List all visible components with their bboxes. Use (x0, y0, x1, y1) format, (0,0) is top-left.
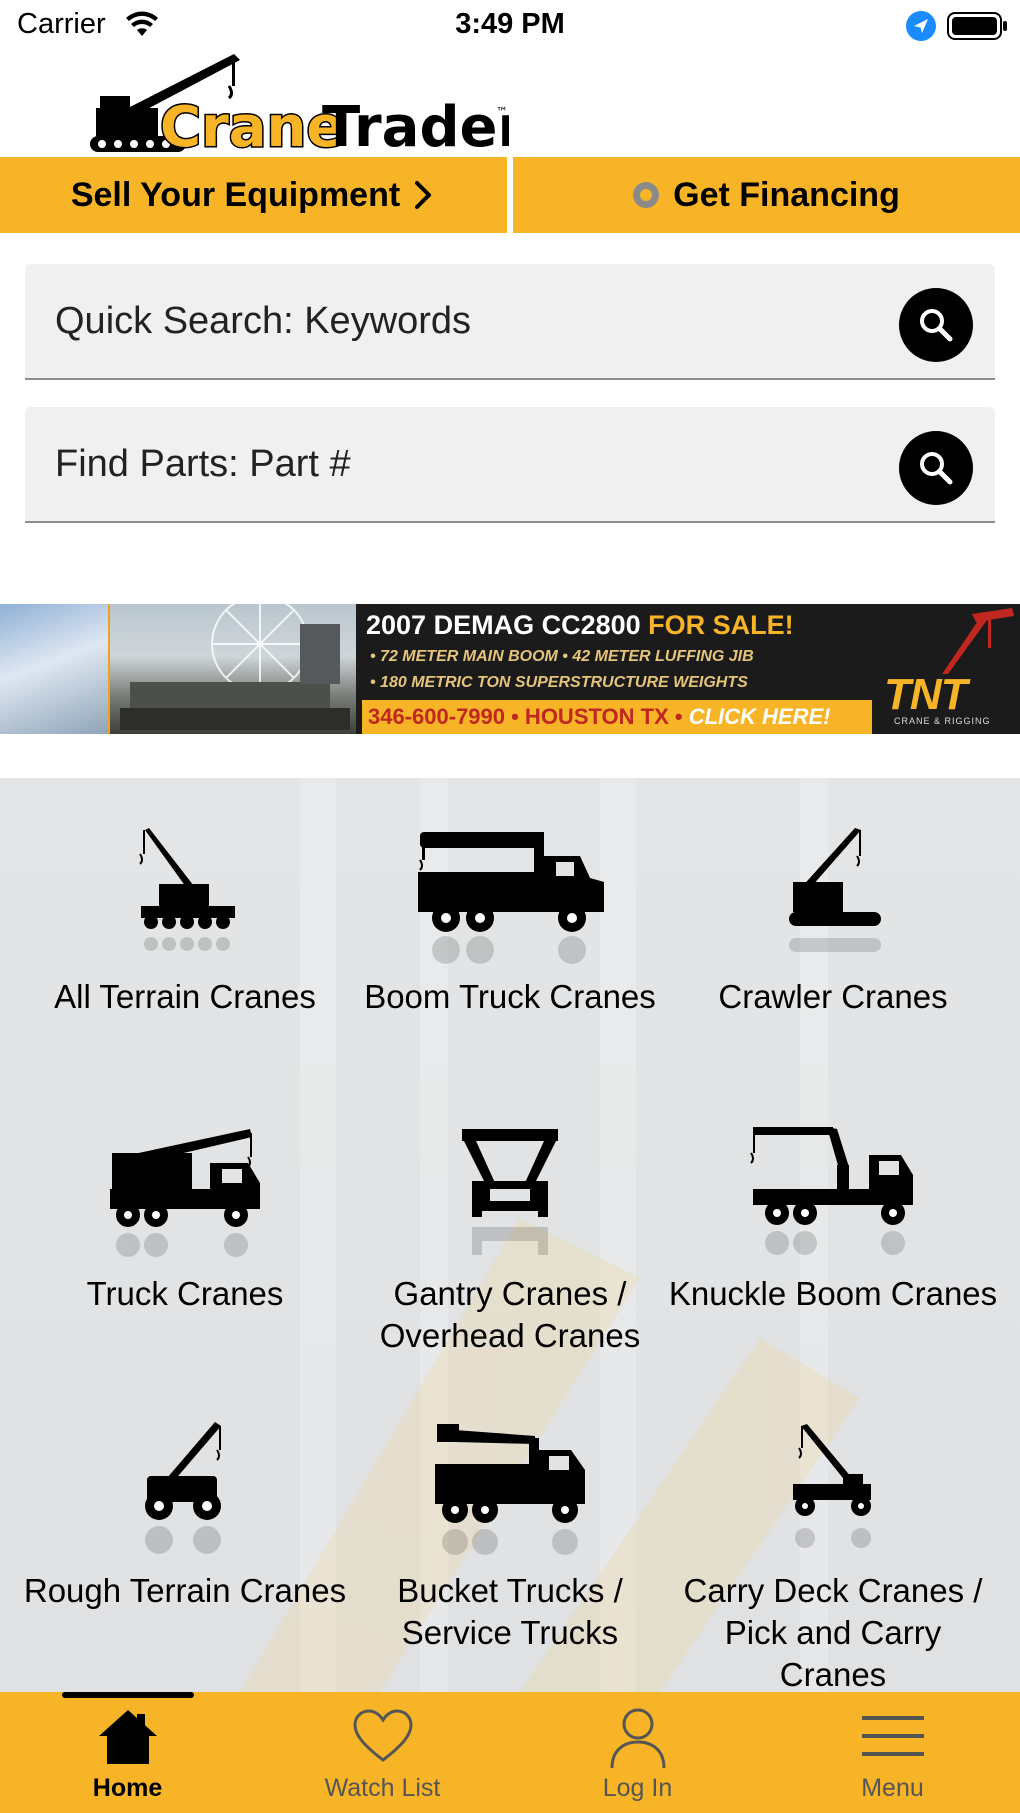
location-arrow-icon (906, 11, 936, 41)
banner-title-lead: 2007 DEMAG CC2800 (366, 610, 641, 640)
status-bar: Carrier 3:49 PM (0, 0, 1020, 52)
category-rough-terrain-cranes[interactable]: Rough Terrain Cranes (20, 1420, 350, 1612)
search-icon (920, 309, 953, 342)
coin-icon (633, 182, 660, 208)
category-gantry-cranes[interactable]: Gantry Cranes / Overhead Cranes (345, 1123, 675, 1357)
tab-log-in-label: Log In (602, 1774, 673, 1802)
financing-button-label: Get Financing (673, 175, 900, 214)
chevron-right-icon (415, 181, 432, 209)
truck-crane-icon (110, 1129, 260, 1257)
rough-terrain-crane-icon (145, 1422, 221, 1554)
category-all-terrain-cranes[interactable]: All Terrain Cranes (20, 826, 350, 1018)
category-label: Boom Truck Cranes (364, 978, 656, 1015)
category-boom-truck-cranes[interactable]: Boom Truck Cranes (345, 826, 675, 1018)
banner-phone: 346-600-7990 • HOUSTON TX • (368, 704, 689, 729)
banner-crane-photo (110, 604, 356, 734)
tnt-logo-text: TNT (884, 670, 968, 719)
banner-click-here: CLICK HERE! (688, 704, 831, 729)
tab-watch-list-label: Watch List (324, 1774, 441, 1802)
category-bucket-trucks[interactable]: Bucket Trucks / Service Trucks (345, 1420, 675, 1654)
banner-title-highlight: FOR SALE! (648, 610, 794, 640)
logo-text-trader: Trader (322, 95, 509, 156)
get-financing-button[interactable]: Get Financing (513, 157, 1020, 233)
quick-search-button[interactable] (899, 288, 973, 362)
crane-photo-art (120, 604, 350, 730)
quick-search-field (25, 264, 995, 380)
find-parts-input[interactable] (53, 431, 877, 497)
knuckle-boom-icon (750, 1127, 913, 1255)
sell-your-equipment-button[interactable]: Sell Your Equipment (0, 157, 507, 233)
banner-title: 2007 DEMAG CC2800 FOR SALE! (366, 610, 794, 641)
find-parts-search-button[interactable] (899, 431, 973, 505)
tnt-crane-mark (942, 608, 1014, 674)
search-icon (920, 452, 953, 485)
banner-bullet-1: • 72 METER MAIN BOOM • 42 METER LUFFING … (370, 648, 754, 665)
category-grid: All Terrain Cranes Boom Truck Cranes Cra… (0, 778, 1020, 1692)
carry-deck-crane-icon (793, 1424, 871, 1548)
category-label: Knuckle Boom Cranes (668, 1275, 998, 1312)
heart-icon (352, 1709, 413, 1762)
all-terrain-crane-icon (139, 828, 235, 951)
logo-trademark: ™ (496, 105, 508, 119)
find-parts-field (25, 407, 995, 523)
category-carry-deck-cranes[interactable]: Carry Deck Cranes / Pick and Carry Crane… (668, 1420, 998, 1692)
category-knuckle-boom-cranes[interactable]: Knuckle Boom Cranes (668, 1123, 998, 1315)
gantry-crane-icon (462, 1129, 558, 1255)
battery-icon (947, 12, 1007, 40)
crawler-crane-icon (789, 828, 881, 952)
tab-menu-label: Menu (861, 1774, 924, 1802)
bottom-tab-bar: Home Watch List Log In Menu (0, 1692, 1020, 1813)
sell-button-label: Sell Your Equipment (70, 175, 401, 214)
cranetrader-logo[interactable]: Crane Trader ™ (84, 52, 509, 156)
ad-banner[interactable]: 2007 DEMAG CC2800 FOR SALE! • 72 METER M… (0, 604, 1020, 734)
tab-home[interactable]: Home (0, 1692, 255, 1813)
bucket-truck-icon (435, 1424, 585, 1555)
tab-watch-list[interactable]: Watch List (255, 1692, 510, 1813)
category-crawler-cranes[interactable]: Crawler Cranes (668, 826, 998, 1018)
banner-sky-image (0, 604, 110, 734)
category-label: Bucket Trucks / Service Trucks (397, 1572, 623, 1651)
banner-bullet-2: • 180 METRIC TON SUPERSTRUCTURE WEIGHTS (370, 674, 748, 691)
category-label: Carry Deck Cranes / Pick and Carry Crane… (683, 1572, 983, 1692)
logo-text-crane: Crane (160, 95, 344, 156)
category-label: Gantry Cranes / Overhead Cranes (379, 1275, 641, 1354)
tab-log-in[interactable]: Log In (510, 1692, 765, 1813)
tab-home-label: Home (92, 1774, 163, 1802)
home-icon (98, 1710, 157, 1764)
tnt-logo-subtext: CRANE & RIGGING (894, 716, 991, 726)
quick-search-input[interactable] (53, 288, 877, 354)
category-truck-cranes[interactable]: Truck Cranes (20, 1123, 350, 1315)
banner-phone-strip: 346-600-7990 • HOUSTON TX • CLICK HERE! (362, 700, 872, 734)
category-label: Crawler Cranes (718, 978, 948, 1015)
category-label: Truck Cranes (86, 1275, 284, 1312)
tab-menu[interactable]: Menu (765, 1692, 1020, 1813)
category-label: Rough Terrain Cranes (23, 1572, 347, 1609)
hamburger-menu-icon (861, 1716, 924, 1756)
clock: 3:49 PM (455, 8, 565, 40)
boom-truck-icon (418, 832, 604, 964)
category-label: All Terrain Cranes (54, 978, 316, 1015)
tnt-logo: TNT CRANE & RIGGING (872, 604, 1020, 734)
user-icon (610, 1708, 665, 1769)
